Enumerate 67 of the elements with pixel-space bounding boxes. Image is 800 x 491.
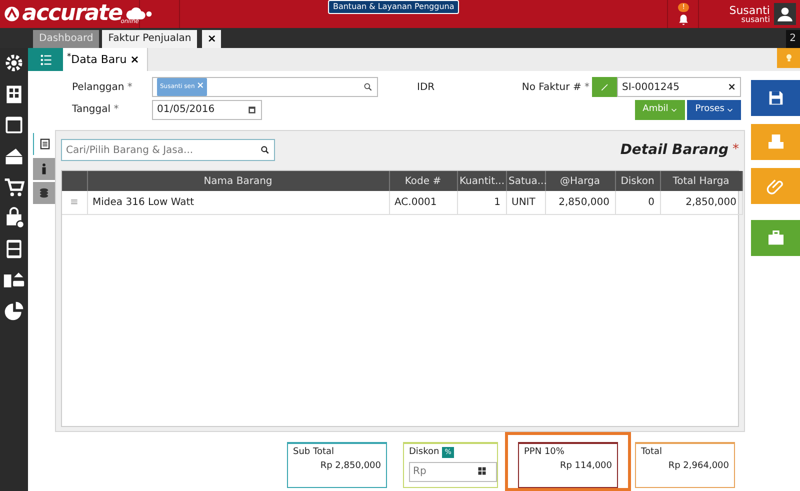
- column-header[interactable]: Kuantit...: [457, 171, 506, 191]
- table-cell: 0: [615, 191, 660, 214]
- document-icon: [38, 137, 52, 151]
- summary-value: Rp 2,964,000: [667, 460, 729, 472]
- briefcase-button[interactable]: [751, 220, 800, 256]
- info-tab[interactable]: [33, 158, 55, 180]
- table-cell: 2,850,000: [545, 191, 615, 214]
- column-header[interactable]: Kode #: [389, 171, 457, 191]
- summary-label: Diskon: [409, 446, 440, 459]
- required-mark: *: [114, 104, 119, 115]
- summary-value: Rp 114,000: [558, 460, 612, 472]
- cart-icon[interactable]: [3, 176, 25, 198]
- section-title: Detail Barang: [620, 140, 728, 160]
- table-cell: Midea 316 Low Watt: [87, 191, 389, 214]
- coins-tab[interactable]: [33, 182, 55, 204]
- item-search-field[interactable]: Cari/Pilih Barang & Jasa...: [61, 139, 275, 161]
- column-header[interactable]: Satua...: [506, 171, 545, 191]
- summary-value: Rp 2,850,000: [319, 460, 381, 472]
- avatar-icon[interactable]: [774, 3, 796, 25]
- tab[interactable]: Faktur Penjualan: [102, 30, 198, 48]
- column-header[interactable]: Diskon: [615, 171, 660, 191]
- table-cell: UNIT: [506, 191, 545, 214]
- list-icon: [38, 52, 52, 66]
- customer-label: Pelanggan *: [72, 80, 134, 94]
- summary-label: Total: [641, 446, 662, 459]
- pie-chart-icon[interactable]: [3, 300, 25, 322]
- bell-icon[interactable]: [676, 12, 690, 26]
- list-view-button[interactable]: [28, 48, 63, 71]
- caret-icon: [727, 106, 733, 112]
- table-cell: 1: [457, 191, 506, 214]
- date-label: Tanggal *: [72, 103, 120, 117]
- summary-label: PPN 10%: [524, 446, 564, 459]
- calculator-icon[interactable]: [477, 466, 487, 476]
- coins-icon: [37, 186, 51, 200]
- table-cell: AC.0001: [389, 191, 457, 214]
- tab-close-button[interactable]: ×: [202, 30, 222, 48]
- bulb-icon: [784, 53, 794, 63]
- invoice-label: No Faktur # *: [522, 80, 590, 94]
- summary-label: Sub Total: [293, 446, 334, 459]
- help-button[interactable]: Bantuan & Layanan Pengguna: [328, 0, 460, 14]
- required-mark: *: [584, 82, 590, 92]
- tab-count: 2: [786, 30, 800, 48]
- column-header[interactable]: @Harga: [545, 171, 615, 191]
- card-icon[interactable]: [3, 114, 25, 136]
- date-field[interactable]: 01/05/2016: [152, 100, 262, 120]
- user-login: susanti: [741, 16, 770, 24]
- required-mark: *: [127, 82, 132, 92]
- search-icon[interactable]: [260, 145, 270, 155]
- calendar-icon[interactable]: [247, 104, 257, 114]
- logo-mark-icon: [4, 6, 20, 22]
- user-name: Susanti: [729, 4, 770, 16]
- pencil-icon: [600, 82, 610, 92]
- discount-field[interactable]: Rp: [409, 462, 497, 482]
- save-button[interactable]: [751, 80, 800, 116]
- column-header[interactable]: Total Harga: [660, 171, 742, 191]
- required-mark: *: [732, 141, 739, 160]
- currency-label: IDR: [417, 80, 435, 94]
- document-tab[interactable]: $^{*}$Data Baru ×: [63, 48, 148, 71]
- gear-icon[interactable]: [3, 52, 25, 74]
- table-cell: 2,850,000: [660, 191, 742, 214]
- process-button[interactable]: Proses: [687, 100, 741, 120]
- search-icon[interactable]: [363, 82, 373, 92]
- invoice-number-field[interactable]: SI-0001245 ×: [617, 77, 741, 97]
- logo-text: accurate: [22, 3, 122, 25]
- dot-icon[interactable]: [145, 10, 153, 18]
- caret-icon: [670, 106, 677, 112]
- column-header[interactable]: Nama Barang: [87, 171, 389, 191]
